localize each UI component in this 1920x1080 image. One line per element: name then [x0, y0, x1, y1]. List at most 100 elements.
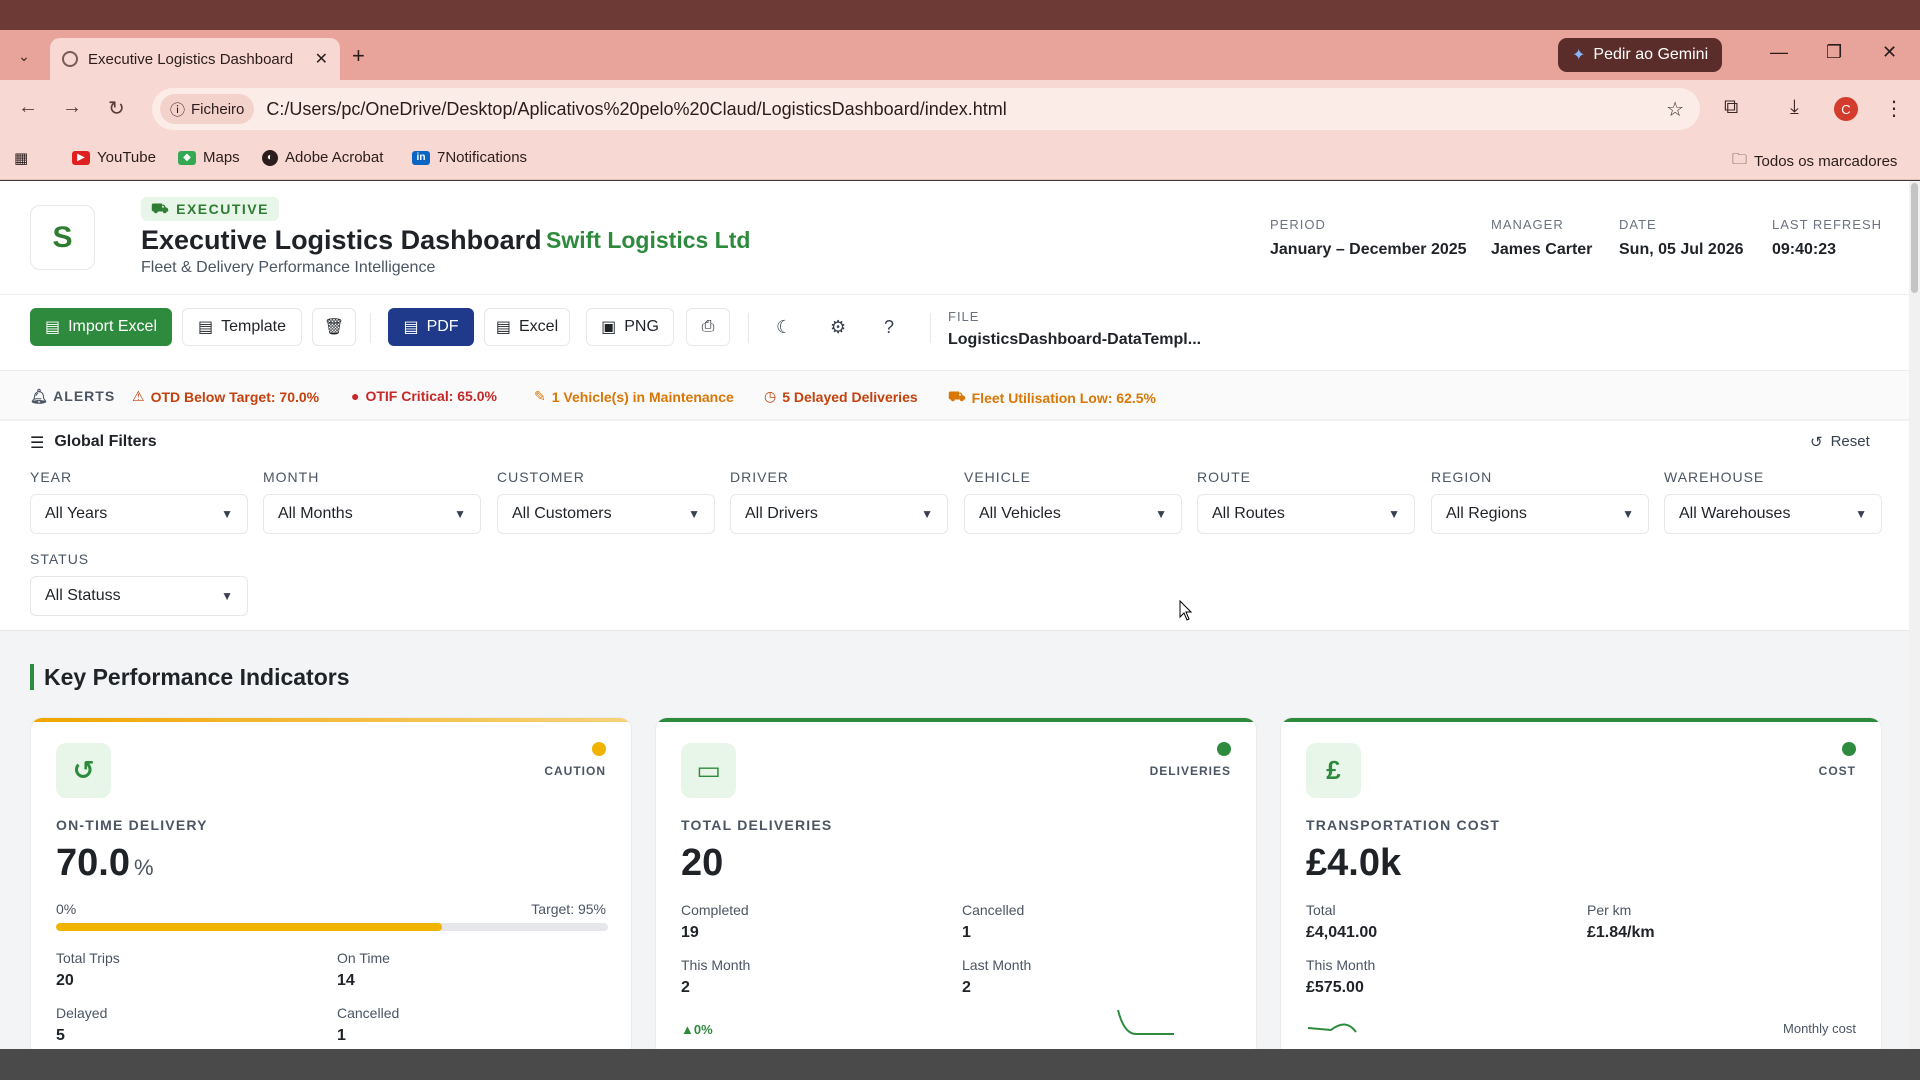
settings-gear-icon[interactable]: ⚙ [830, 317, 846, 338]
bookmark-acrobat[interactable]: ◐ Adobe Acrobat [262, 149, 383, 166]
export-pdf-button[interactable]: ▤ PDF [388, 308, 474, 346]
os-title-strip [0, 0, 1920, 30]
kpi-card-on-time-delivery[interactable]: ↺ CAUTION ON-TIME DELIVERY 70.0% 0% Targ… [30, 717, 632, 1049]
address-bar[interactable]: ⓘ Ficheiro C:/Users/pc/OneDrive/Desktop/… [152, 88, 1700, 130]
alert-maintenance[interactable]: ✎ 1 Vehicle(s) in Maintenance [534, 388, 734, 405]
bookmark-label: Maps [203, 149, 240, 166]
profile-avatar[interactable]: C [1834, 97, 1858, 121]
site-info-chip[interactable]: ⓘ Ficheiro [160, 94, 255, 124]
tab-list-chevron-icon[interactable]: ⌄ [10, 42, 38, 70]
reset-label: Reset [1830, 433, 1870, 450]
gemini-button[interactable]: ✦ Pedir ao Gemini [1558, 38, 1723, 72]
meta-value: 09:40:23 [1772, 241, 1837, 258]
printer-icon: ⎙ [701, 318, 715, 335]
site-chip-label: Ficheiro [191, 100, 245, 118]
filters-title: ☰ Global Filters [30, 433, 157, 453]
customer-select[interactable]: All Customers ▼ [497, 494, 715, 534]
vehicle-select[interactable]: All Vehicles ▼ [964, 494, 1182, 534]
restore-icon[interactable]: ❐ [1826, 42, 1842, 63]
caret-down-icon: ▼ [1622, 507, 1634, 521]
progress-track [56, 923, 608, 931]
stat-cancelled: Cancelled 1 [337, 1005, 399, 1045]
template-button[interactable]: ▤ Template [182, 308, 302, 346]
trend-indicator: ▲0% [681, 1022, 713, 1037]
warehouse-select[interactable]: All Warehouses ▼ [1664, 494, 1882, 534]
route-select[interactable]: All Routes ▼ [1197, 494, 1415, 534]
export-excel-button[interactable]: ▤ Excel [484, 308, 570, 346]
all-bookmarks[interactable]: 🗀 Todos os marcadores [1732, 149, 1897, 174]
month-select[interactable]: All Months ▼ [263, 494, 481, 534]
stat-value: £575.00 [1306, 979, 1364, 996]
alerts-label: 🔔︎ ALERTS [30, 388, 115, 405]
bookmark-maps[interactable]: ◆ Maps [178, 149, 240, 166]
alert-otd[interactable]: ⚠ OTD Below Target: 70.0% [132, 388, 319, 405]
alert-delayed[interactable]: ◷ 5 Delayed Deliveries [764, 388, 918, 405]
executive-badge: ⛟ EXECUTIVE [141, 197, 279, 221]
stat-on-time: On Time 14 [337, 950, 390, 990]
meta-manager: MANAGER James Carter [1491, 217, 1592, 259]
gemini-sparkle-icon: ✦ [1572, 47, 1586, 64]
dark-mode-moon-icon[interactable]: ☾ [776, 317, 792, 338]
caret-down-icon: ▼ [221, 589, 233, 603]
region-select[interactable]: All Regions ▼ [1431, 494, 1649, 534]
mouse-cursor-icon [1179, 600, 1193, 621]
scrollbar-thumb[interactable] [1911, 183, 1918, 293]
url-text[interactable]: C:/Users/pc/OneDrive/Desktop/Aplicativos… [266, 99, 1006, 120]
reset-filters-button[interactable]: ↺ Reset [1810, 433, 1870, 451]
meta-date: DATE Sun, 05 Jul 2026 [1619, 217, 1744, 259]
help-question-icon[interactable]: ? [884, 317, 894, 338]
card-value: £4.0k [1306, 842, 1402, 884]
select-value: All Years [45, 505, 108, 522]
minimize-icon[interactable]: — [1770, 42, 1788, 63]
filter-route: ROUTE All Routes ▼ [1197, 469, 1415, 534]
import-excel-button[interactable]: ▤ Import Excel [30, 308, 172, 346]
reload-icon[interactable]: ↻ [108, 96, 125, 121]
year-select[interactable]: All Years ▼ [30, 494, 248, 534]
stat-label: On Time [337, 950, 390, 966]
delete-button[interactable]: 🗑 [312, 308, 356, 346]
alerts-bar: 🔔︎ ALERTS ⚠ OTD Below Target: 70.0% ● OT… [0, 370, 1909, 420]
back-arrow-icon[interactable]: ← [18, 96, 38, 119]
clock-icon: ◷ [764, 388, 777, 404]
stat-delayed: Delayed 5 [56, 1005, 107, 1045]
alert-fleet[interactable]: ⛟ Fleet Utilisation Low: 62.5% [948, 388, 1156, 407]
download-icon[interactable]: ⤓ [1790, 96, 1799, 119]
forward-arrow-icon[interactable]: → [62, 96, 82, 119]
button-label: PDF [426, 318, 459, 335]
card-label: TRANSPORTATION COST [1306, 817, 1501, 833]
kpi-card-total-deliveries[interactable]: ▭ DELIVERIES TOTAL DELIVERIES 20 Complet… [655, 717, 1257, 1049]
tab-title: Executive Logistics Dashboard [88, 50, 294, 68]
alert-text: OTD Below Target: 70.0% [150, 388, 320, 405]
trash-icon: 🗑 [323, 319, 345, 336]
company-name: Swift Logistics Ltd [546, 227, 751, 253]
status-select[interactable]: All Statuss ▼ [30, 576, 248, 616]
alert-otif[interactable]: ● OTIF Critical: 65.0% [351, 388, 497, 404]
close-window-icon[interactable]: ✕ [1882, 42, 1897, 63]
card-value: 70.0% [56, 842, 154, 885]
bookmark-7notifications[interactable]: in 7Notifications [412, 149, 527, 166]
bookmark-star-icon[interactable]: ☆ [1666, 97, 1684, 122]
button-label: PNG [624, 318, 659, 335]
filter-label: DRIVER [730, 469, 789, 485]
export-png-button[interactable]: ▣ PNG [586, 308, 674, 346]
new-tab-plus-icon[interactable]: + [352, 45, 365, 67]
all-bookmarks-label: Todos os marcadores [1754, 153, 1898, 170]
stat-value: £1.84/km [1587, 924, 1655, 941]
apps-grid-icon[interactable]: ▦ [14, 149, 28, 167]
extensions-puzzle-icon[interactable]: ⧉ [1724, 96, 1738, 119]
filter-label: REGION [1431, 469, 1493, 485]
close-tab-icon[interactable]: ✕ [315, 49, 328, 69]
page-scrollbar[interactable] [1909, 181, 1920, 1049]
kpi-card-transportation-cost[interactable]: £ COST TRANSPORTATION COST £4.0k Total £4… [1280, 717, 1882, 1049]
action-toolbar: ▤ Import Excel ▤ Template 🗑 ▤ PDF ▤ Exce… [0, 294, 1909, 370]
button-label: Template [221, 318, 287, 335]
print-button[interactable]: ⎙ [686, 308, 730, 346]
menu-kebab-icon[interactable]: ⋮ [1884, 96, 1904, 121]
stat-this-month: This Month 2 [681, 957, 750, 997]
bookmark-youtube[interactable]: ▶ YouTube [72, 149, 156, 166]
select-value: All Drivers [745, 505, 818, 522]
alerts-label-text: ALERTS [53, 388, 116, 404]
driver-select[interactable]: All Drivers ▼ [730, 494, 948, 534]
stat-label: Last Month [962, 957, 1032, 973]
browser-tab-active[interactable]: Executive Logistics Dashboard ✕ [50, 38, 340, 80]
